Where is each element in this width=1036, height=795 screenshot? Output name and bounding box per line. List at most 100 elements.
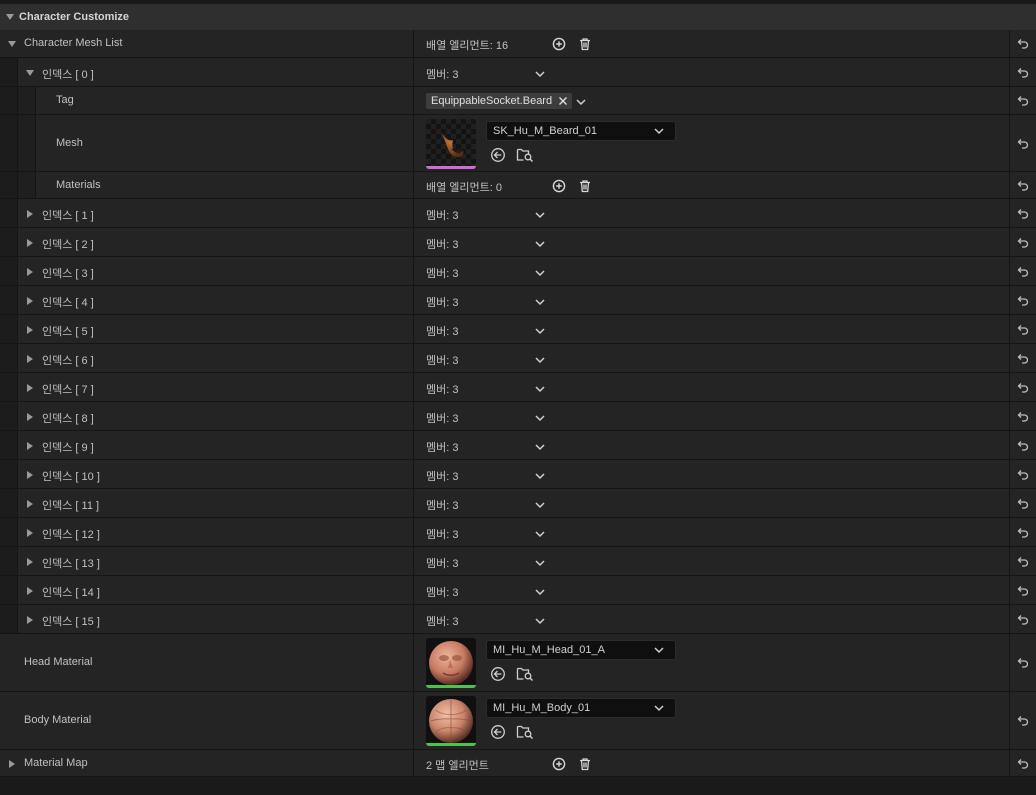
asset-picker-combo[interactable]: SK_Hu_M_Beard_01 — [486, 120, 676, 141]
reset-to-default-button[interactable] — [1010, 30, 1036, 57]
expand-arrow-icon[interactable] — [27, 557, 33, 566]
category-header[interactable]: Character Customize — [0, 0, 1036, 30]
remove-tag-button[interactable] — [558, 96, 568, 106]
browse-folder-icon — [516, 725, 533, 739]
property-label: Materials — [56, 178, 101, 191]
asset-type-color-bar — [426, 165, 476, 169]
struct-options-dropdown[interactable] — [534, 355, 546, 365]
reset-to-default-button[interactable] — [1010, 547, 1036, 575]
expand-arrow-icon[interactable] — [27, 383, 33, 392]
struct-options-dropdown[interactable] — [534, 268, 546, 278]
reset-to-default-button[interactable] — [1010, 460, 1036, 488]
asset-picker-combo[interactable]: MI_Hu_M_Body_01 — [486, 698, 676, 718]
property-value-text: 멤버: 3 — [426, 441, 459, 454]
reset-arrow-icon — [1017, 295, 1029, 306]
struct-options-dropdown[interactable] — [534, 326, 546, 336]
reset-to-default-button[interactable] — [1010, 634, 1036, 691]
asset-thumbnail[interactable] — [426, 118, 476, 169]
asset-thumbnail[interactable] — [426, 638, 476, 688]
reset-to-default-button[interactable] — [1010, 489, 1036, 517]
tag-dropdown[interactable] — [575, 97, 587, 107]
expand-arrow-icon[interactable] — [27, 209, 33, 218]
property-value-text: 멤버: 3 — [426, 470, 459, 483]
struct-options-dropdown[interactable] — [534, 529, 546, 539]
reset-to-default-button[interactable] — [1010, 750, 1036, 776]
expand-arrow-icon[interactable] — [27, 412, 33, 421]
reset-to-default-button[interactable] — [1010, 172, 1036, 198]
expand-arrow-icon[interactable] — [27, 354, 33, 363]
property-name-cell: 인덱스 [ 7 ] — [0, 373, 414, 401]
expand-arrow-icon[interactable] — [27, 441, 33, 450]
browse-to-asset-button[interactable] — [516, 666, 534, 682]
collapse-arrow-icon[interactable] — [26, 69, 34, 76]
struct-options-dropdown[interactable] — [534, 297, 546, 307]
struct-options-dropdown[interactable] — [534, 616, 546, 626]
property-value-cell: 멤버: 3 — [414, 605, 1010, 633]
property-value-cell: 배열 엘리먼트: 16 — [414, 30, 1010, 57]
struct-options-dropdown[interactable] — [534, 239, 546, 249]
expand-arrow-icon[interactable] — [27, 586, 33, 595]
reset-to-default-button[interactable] — [1010, 576, 1036, 604]
asset-picker-combo[interactable]: MI_Hu_M_Head_01_A — [486, 640, 676, 660]
expand-arrow-icon[interactable] — [27, 325, 33, 334]
property-name-cell: 인덱스 [ 6 ] — [0, 344, 414, 372]
struct-options-dropdown[interactable] — [534, 587, 546, 597]
reset-to-default-button[interactable] — [1010, 344, 1036, 372]
reset-to-default-button[interactable] — [1010, 115, 1036, 171]
browse-to-asset-button[interactable] — [516, 724, 534, 740]
property-value-cell: 배열 엘리먼트: 0 — [414, 172, 1010, 198]
reset-to-default-button[interactable] — [1010, 286, 1036, 314]
use-selected-asset-button[interactable] — [490, 147, 506, 163]
gameplay-tag-chip[interactable]: EquippableSocket.Beard — [426, 93, 573, 109]
collapse-arrow-icon[interactable] — [6, 14, 14, 20]
struct-options-dropdown[interactable] — [534, 413, 546, 423]
collapse-arrow-icon[interactable] — [8, 41, 16, 47]
reset-to-default-button[interactable] — [1010, 315, 1036, 343]
reset-to-default-button[interactable] — [1010, 692, 1036, 749]
reset-to-default-button[interactable] — [1010, 518, 1036, 546]
struct-options-dropdown[interactable] — [534, 384, 546, 394]
asset-preview-image — [426, 638, 476, 688]
reset-arrow-icon — [1017, 614, 1029, 625]
reset-to-default-button[interactable] — [1010, 402, 1036, 430]
expand-arrow-icon[interactable] — [27, 470, 33, 479]
reset-to-default-button[interactable] — [1010, 373, 1036, 401]
add-element-button[interactable] — [551, 36, 567, 52]
chevron-down-icon — [535, 70, 545, 77]
property-value-cell: EquippableSocket.Beard — [414, 87, 1010, 114]
struct-options-dropdown[interactable] — [534, 500, 546, 510]
browse-to-asset-button[interactable] — [516, 147, 534, 163]
asset-thumbnail[interactable] — [426, 696, 476, 746]
expand-arrow-icon[interactable] — [27, 528, 33, 537]
expand-arrow-icon[interactable] — [27, 499, 33, 508]
struct-options-dropdown[interactable] — [534, 442, 546, 452]
material-map-row: Material Map 2 맵 엘리먼트 — [0, 750, 1036, 777]
reset-to-default-button[interactable] — [1010, 228, 1036, 256]
add-element-button[interactable] — [551, 178, 567, 194]
reset-to-default-button[interactable] — [1010, 87, 1036, 114]
reset-to-default-button[interactable] — [1010, 431, 1036, 459]
struct-options-dropdown[interactable] — [534, 471, 546, 481]
reset-to-default-button[interactable] — [1010, 58, 1036, 86]
use-selected-asset-button[interactable] — [490, 724, 506, 740]
reset-to-default-button[interactable] — [1010, 257, 1036, 285]
use-selected-asset-button[interactable] — [490, 666, 506, 682]
expand-arrow-icon[interactable] — [27, 238, 33, 247]
property-name-cell: 인덱스 [ 10 ] — [0, 460, 414, 488]
expand-arrow-icon[interactable] — [9, 759, 15, 768]
reset-to-default-button[interactable] — [1010, 199, 1036, 227]
struct-options-dropdown[interactable] — [534, 558, 546, 568]
property-value-text: 멤버: 3 — [426, 586, 459, 599]
struct-options-dropdown[interactable] — [534, 210, 546, 220]
expand-arrow-icon[interactable] — [27, 267, 33, 276]
expand-arrow-icon[interactable] — [27, 615, 33, 624]
array-index-row: 인덱스 [ 14 ] 멤버: 3 — [0, 576, 1036, 605]
clear-elements-button[interactable] — [577, 36, 593, 52]
struct-options-dropdown[interactable] — [534, 69, 546, 79]
expand-arrow-icon[interactable] — [27, 296, 33, 305]
array-index-row: 인덱스 [ 5 ] 멤버: 3 — [0, 315, 1036, 344]
add-element-button[interactable] — [551, 756, 567, 772]
clear-elements-button[interactable] — [577, 178, 593, 194]
reset-to-default-button[interactable] — [1010, 605, 1036, 633]
clear-elements-button[interactable] — [577, 756, 593, 772]
